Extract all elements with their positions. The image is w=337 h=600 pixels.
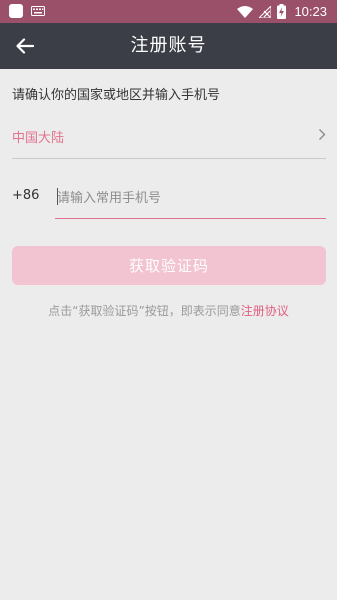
agreement-notice: 点击“获取验证码”按钮，即表示同意注册协议 (0, 302, 337, 319)
app-bar: 注册账号 (0, 23, 337, 69)
agreement-text: 点击“获取验证码”按钮，即表示同意 (48, 304, 241, 318)
text-caret (57, 188, 58, 205)
phone-input[interactable] (55, 184, 326, 212)
chevron-right-icon (319, 129, 326, 140)
agreement-link[interactable]: 注册协议 (241, 304, 289, 318)
no-signal-icon (259, 5, 272, 18)
page-title: 注册账号 (130, 35, 207, 56)
form-prompt: 请确认你的国家或地区并输入手机号 (12, 88, 221, 103)
arrow-left-icon (16, 38, 34, 54)
country-code[interactable]: +86 (12, 188, 39, 203)
status-time: 10:23 (294, 4, 327, 19)
back-button[interactable] (12, 34, 38, 58)
keyboard-icon (31, 6, 45, 16)
get-code-button[interactable]: 获取验证码 (12, 246, 326, 285)
phone-row: +86 (12, 178, 326, 219)
battery-charging-icon (277, 4, 287, 19)
status-bar: 10:23 (0, 0, 337, 23)
phone-field (55, 178, 326, 219)
region-value: 中国大陆 (12, 131, 65, 146)
app-icon (9, 4, 23, 18)
region-selector[interactable]: 中国大陆 (12, 118, 326, 159)
wifi-icon (237, 5, 254, 18)
